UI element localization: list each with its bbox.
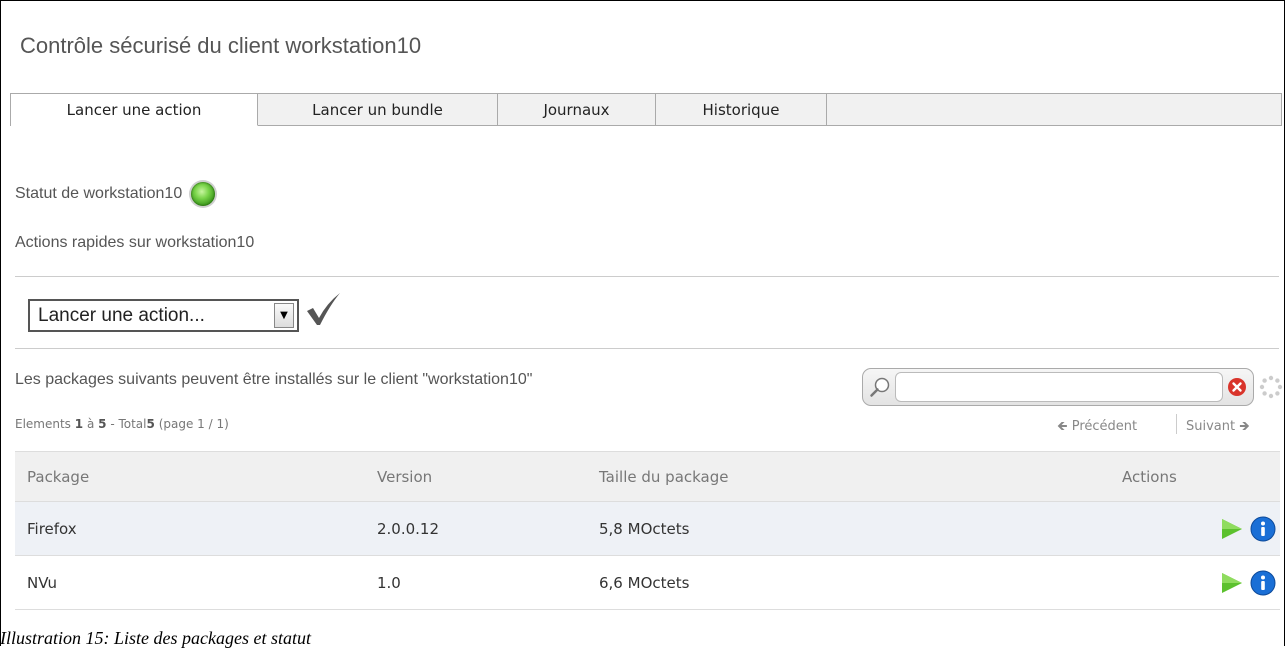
tab-journaux[interactable]: Journaux <box>498 94 656 126</box>
next-label: Suivant <box>1186 419 1236 434</box>
total-count: 5 <box>146 417 155 431</box>
arrow-left-icon: 🡸 <box>1057 419 1068 434</box>
install-play-icon[interactable] <box>1218 570 1244 596</box>
total-word: - Total <box>110 417 147 431</box>
packages-table: Package Version Taille du package Action… <box>15 451 1280 610</box>
tab-bar-fill <box>827 94 1281 126</box>
range-word: à <box>86 417 95 431</box>
pager-separator <box>1176 414 1177 434</box>
cell-package: Firefox <box>15 501 376 556</box>
table-row: Firefox 2.0.0.12 5,8 MOctets <box>15 501 1280 556</box>
column-header-size: Taille du package <box>598 451 1121 502</box>
column-header-version: Version <box>376 451 598 502</box>
tab-historique[interactable]: Historique <box>656 94 827 126</box>
divider <box>15 276 1279 277</box>
action-select-value: Lancer une action... <box>38 304 205 326</box>
status-led-icon <box>191 182 216 206</box>
search-box <box>862 368 1254 406</box>
range-start: 1 <box>74 417 84 431</box>
quick-actions-label: Actions rapides sur workstation10 <box>15 234 255 251</box>
cell-size: 6,6 MOctets <box>598 555 1121 610</box>
range-end: 5 <box>98 417 107 431</box>
cell-version: 2.0.0.12 <box>376 501 598 556</box>
info-icon[interactable] <box>1250 516 1276 542</box>
status-line: Statut de workstation10 <box>15 182 216 206</box>
search-input[interactable] <box>895 372 1223 402</box>
install-play-icon[interactable] <box>1218 516 1244 542</box>
tab-lancer-un-bundle[interactable]: Lancer un bundle <box>258 94 498 126</box>
column-header-actions: Actions <box>1121 451 1280 502</box>
page-info: (page 1 / 1) <box>158 417 229 431</box>
previous-label: Précédent <box>1071 419 1138 434</box>
elements-prefix: Elements <box>15 417 71 431</box>
page-title: Contrôle sécurisé du client workstation1… <box>20 33 422 58</box>
pagination-info: Elements 1 à 5 - Total5 (page 1 / 1) <box>15 417 229 431</box>
arrow-right-icon: 🡺 <box>1239 419 1250 434</box>
action-select[interactable]: Lancer une action... ▼ <box>28 299 299 332</box>
cell-version: 1.0 <box>376 555 598 610</box>
table-row: NVu 1.0 6,6 MOctets <box>15 555 1280 610</box>
cell-package: NVu <box>15 555 376 610</box>
divider <box>15 348 1279 349</box>
previous-page-link[interactable]: 🡸 Précédent <box>1057 417 1137 439</box>
tab-lancer-une-action[interactable]: Lancer une action <box>11 94 258 126</box>
clear-search-icon[interactable] <box>1227 377 1247 397</box>
checkmark-icon[interactable] <box>304 291 342 329</box>
next-page-link[interactable]: Suivant 🡺 <box>1186 417 1250 439</box>
column-header-package: Package <box>15 451 376 502</box>
status-label: Statut de workstation10 <box>15 185 183 202</box>
dropdown-arrow-icon[interactable]: ▼ <box>274 303 294 328</box>
info-icon[interactable] <box>1250 570 1276 596</box>
tab-bar: Lancer une action Lancer un bundle Journ… <box>10 93 1282 126</box>
packages-intro: Les packages suivants peuvent être insta… <box>15 371 533 388</box>
cell-size: 5,8 MOctets <box>598 501 1121 556</box>
search-icon <box>870 377 890 397</box>
loading-spinner-icon <box>1259 375 1283 399</box>
table-header-row: Package Version Taille du package Action… <box>15 451 1280 502</box>
cell-actions <box>1121 555 1280 610</box>
cell-actions <box>1121 501 1280 556</box>
